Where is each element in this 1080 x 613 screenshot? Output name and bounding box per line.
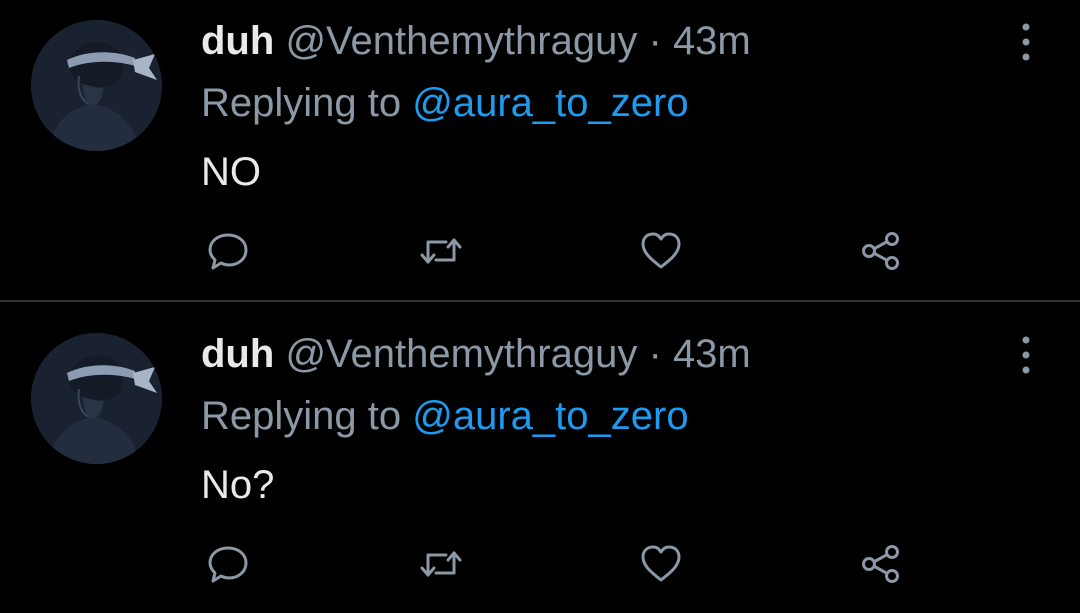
tweet[interactable]: duh @Venthemythraguy · 43m Replying to @… (0, 0, 1080, 300)
share-icon[interactable] (858, 228, 904, 274)
author-name[interactable]: duh (201, 19, 274, 63)
retweet-icon[interactable] (418, 541, 464, 587)
replying-to: Replying to @aura_to_zero (201, 78, 689, 128)
more-icon[interactable] (1010, 18, 1042, 66)
tweet-header: duh @Venthemythraguy · 43m (201, 16, 751, 66)
timestamp[interactable]: 43m (673, 332, 751, 376)
divider (0, 300, 1080, 302)
share-icon[interactable] (858, 541, 904, 587)
reply-icon[interactable] (205, 228, 251, 274)
replying-label: Replying to (201, 394, 402, 438)
retweet-icon[interactable] (418, 228, 464, 274)
avatar[interactable] (31, 333, 162, 464)
like-icon[interactable] (638, 228, 684, 274)
timestamp[interactable]: 43m (673, 19, 751, 63)
separator: · (648, 332, 662, 376)
author-name[interactable]: duh (201, 332, 274, 376)
more-icon[interactable] (1010, 331, 1042, 379)
mention-link[interactable]: @aura_to_zero (412, 394, 688, 438)
author-handle[interactable]: @Venthemythraguy (285, 332, 637, 376)
avatar[interactable] (31, 20, 162, 151)
replying-label: Replying to (201, 81, 402, 125)
tweet[interactable]: duh @Venthemythraguy · 43m Replying to @… (0, 313, 1080, 613)
separator: · (648, 19, 662, 63)
reply-icon[interactable] (205, 541, 251, 587)
tweet-header: duh @Venthemythraguy · 43m (201, 329, 751, 379)
tweet-text: NO (201, 150, 261, 194)
tweet-text: No? (201, 463, 275, 507)
mention-link[interactable]: @aura_to_zero (412, 81, 688, 125)
replying-to: Replying to @aura_to_zero (201, 391, 689, 441)
author-handle[interactable]: @Venthemythraguy (285, 19, 637, 63)
like-icon[interactable] (638, 541, 684, 587)
